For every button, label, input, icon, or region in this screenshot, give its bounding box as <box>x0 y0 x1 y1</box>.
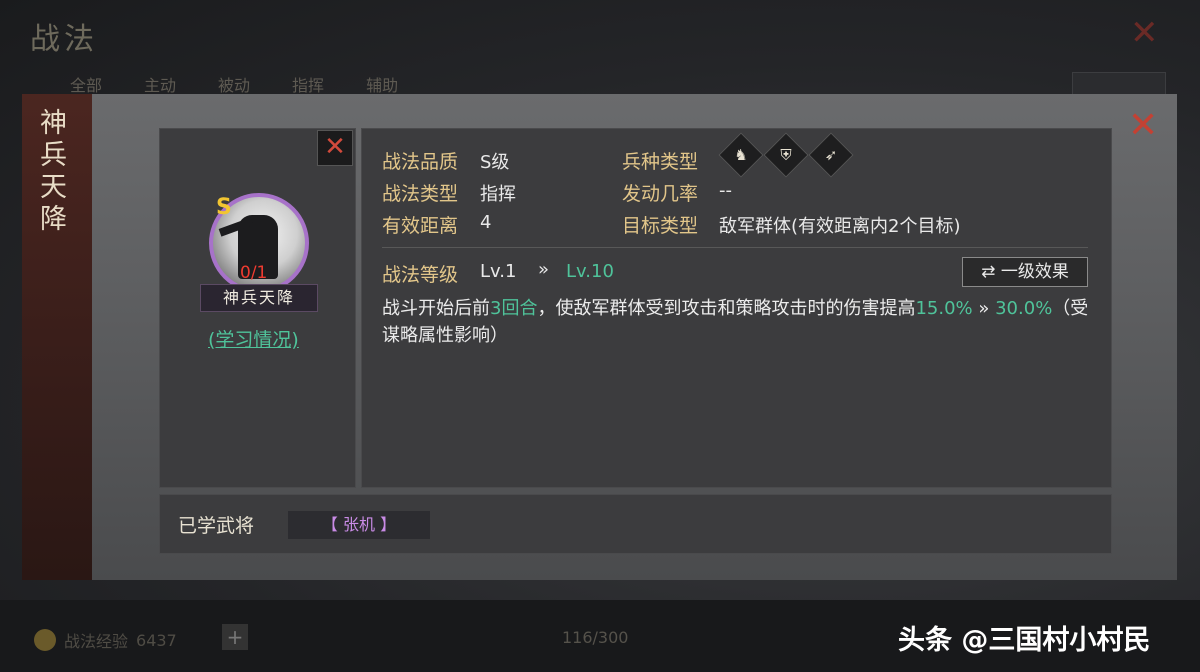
bg-tab-passive[interactable]: 被动 <box>218 72 250 96</box>
desc-arrow: » <box>972 298 996 319</box>
desc-value-lv1: 15.0% <box>915 298 973 319</box>
coin-icon <box>34 629 56 651</box>
tactic-card: ✕ S 0/1 神兵天降 (学习情况) <box>159 128 356 488</box>
side-banner: 神兵天降 <box>22 94 92 580</box>
desc-text-2: ，使敌军群体受到攻击和策略攻击时的伤害提高 <box>537 298 916 319</box>
divider <box>382 247 1088 248</box>
tactic-info-panel: 战法品质 S级 战法类型 指挥 有效距离 4 兵种类型 ♞ ⛨ ➶ 发动几率 -… <box>361 128 1112 488</box>
bg-tab-active[interactable]: 主动 <box>144 72 176 96</box>
add-exp-button[interactable]: + <box>222 624 248 650</box>
target-label: 目标类型 <box>622 215 699 237</box>
range-value: 4 <box>480 212 492 233</box>
bg-tab-assist[interactable]: 辅助 <box>366 72 398 96</box>
tactic-name: 神兵天降 <box>200 284 318 312</box>
cavalry-icon: ♞ <box>718 132 764 178</box>
range-label: 有效距离 <box>382 215 459 237</box>
bg-tab-all[interactable]: 全部 <box>70 72 102 96</box>
exp-value: 6437 <box>136 630 177 650</box>
rate-value: -- <box>719 180 732 201</box>
rate-label: 发动几率 <box>622 183 699 205</box>
desc-value-lv10: 30.0% <box>995 298 1053 319</box>
level-arrow: » <box>538 259 550 280</box>
learned-label: 已学武将 <box>178 515 255 537</box>
progress-count: 0/1 <box>240 263 268 283</box>
background-page-title: 战法 <box>30 22 98 57</box>
watermark: 头条 @三国村小村民 <box>898 625 1151 656</box>
type-label: 战法类型 <box>382 183 459 205</box>
learned-general-tag[interactable]: 【 张机 】 <box>288 511 430 539</box>
target-value: 敌军群体(有效距离内2个目标) <box>719 216 961 237</box>
level-label: 战法等级 <box>382 264 459 286</box>
learned-generals-bar: 已学武将 【 张机 】 <box>159 494 1112 554</box>
background-tabs: 全部 主动 被动 指挥 辅助 <box>70 72 398 96</box>
shield-icon: ⛨ <box>763 132 809 178</box>
tactic-description: 战斗开始后前3回合，使敌军群体受到攻击和策略攻击时的伤害提高15.0% » 30… <box>382 295 1094 349</box>
exp-label: 战法经验 <box>64 632 129 651</box>
desc-text-1: 战斗开始后前 <box>382 298 490 319</box>
desc-rounds: 3回合 <box>490 298 538 319</box>
side-title: 神兵天降 <box>40 108 67 235</box>
troop-label: 兵种类型 <box>622 151 699 173</box>
close-icon[interactable]: ✕ <box>1128 108 1158 144</box>
level-max: Lv.10 <box>566 261 614 282</box>
grade-badge: S <box>216 195 232 220</box>
background-close-icon[interactable]: ✕ <box>1130 16 1159 50</box>
level-effect-button[interactable]: ⇄ 一级效果 <box>962 257 1088 287</box>
level-current: Lv.1 <box>480 261 517 282</box>
remove-icon[interactable]: ✕ <box>317 130 353 166</box>
tactic-detail-modal: 神兵天降 ✕ ✕ S 0/1 神兵天降 (学习情况) 战法品质 S级 战法类型 … <box>22 94 1177 580</box>
tactic-exp: 战法经验 6437 <box>34 628 177 652</box>
quality-value: S级 <box>480 152 510 173</box>
type-value: 指挥 <box>480 184 516 205</box>
bow-icon: ➶ <box>808 132 854 178</box>
study-status-link[interactable]: (学习情况) <box>208 325 299 352</box>
quality-label: 战法品质 <box>382 151 459 173</box>
bg-tab-command[interactable]: 指挥 <box>292 72 324 96</box>
slot-count: 116/300 <box>562 628 629 647</box>
